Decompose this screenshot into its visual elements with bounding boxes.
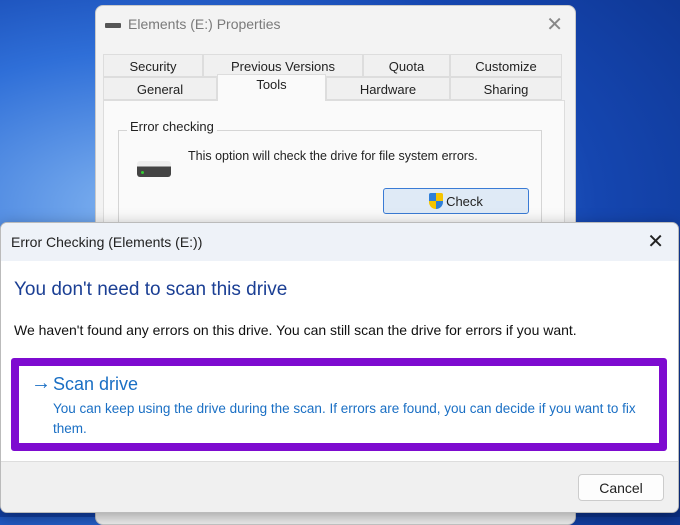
tab-security[interactable]: Security: [103, 54, 203, 77]
check-label: Check: [446, 193, 483, 209]
dialog-footer: Cancel: [1, 461, 678, 512]
scan-drive-description: You can keep using the drive during the …: [53, 401, 636, 436]
description: This option will check the drive for fil…: [188, 149, 478, 163]
tab-tools[interactable]: Tools: [217, 74, 326, 101]
close-icon[interactable]: ✕: [647, 229, 664, 254]
scan-drive-option[interactable]: → Scan drive You can keep using the driv…: [11, 358, 667, 451]
dialog-message: We haven't found any errors on this driv…: [14, 322, 577, 338]
window-title: Elements (E:) Properties: [128, 16, 281, 32]
tab-sharing[interactable]: Sharing: [450, 77, 562, 100]
uac-shield-icon: [429, 193, 444, 209]
dialog-titlebar: Error Checking (Elements (E:)) ✕: [1, 223, 678, 261]
drive-icon: [105, 23, 121, 28]
tab-hardware[interactable]: Hardware: [326, 77, 450, 100]
dialog-title: Error Checking (Elements (E:)): [11, 234, 203, 250]
dialog-heading: You don't need to scan this drive: [14, 279, 288, 300]
scan-drive-title[interactable]: Scan drive: [53, 374, 138, 395]
close-icon[interactable]: ✕: [546, 12, 563, 37]
tab-quota[interactable]: Quota: [363, 54, 450, 77]
cancel-button[interactable]: Cancel: [578, 474, 664, 501]
tab-general[interactable]: General: [103, 77, 217, 100]
group-label: Error checking: [127, 119, 217, 134]
error-checking-dialog: Error Checking (Elements (E:)) ✕ You don…: [0, 222, 679, 513]
check-button[interactable]: Check: [383, 188, 529, 214]
tab-customize[interactable]: Customize: [450, 54, 562, 77]
hard-drive-icon: [137, 161, 171, 177]
arrow-right-icon: →: [31, 372, 51, 394]
